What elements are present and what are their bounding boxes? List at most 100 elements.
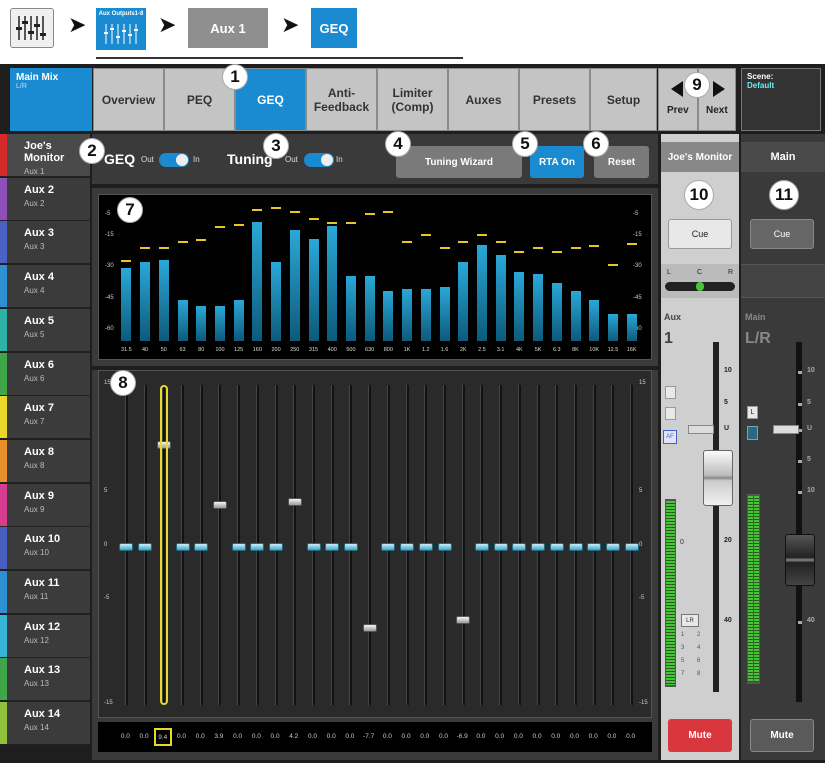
route-number[interactable]: 2 (697, 632, 700, 638)
route-number[interactable]: 8 (697, 671, 700, 677)
strip_aux-scale-tick (715, 403, 719, 406)
tuning-toggle[interactable] (304, 153, 334, 167)
geq-fader-knob[interactable] (624, 543, 639, 551)
geq-fader-knob[interactable] (119, 543, 134, 551)
main-l-button[interactable]: L (747, 406, 758, 419)
sidebar-item[interactable]: Aux 9 Aux 9 (0, 483, 90, 527)
aux-toggle-2[interactable] (665, 407, 676, 420)
sidebar-item[interactable]: Aux 10 Aux 10 (0, 527, 90, 571)
rta-bar (570, 291, 581, 341)
geq-fader-slot[interactable] (461, 385, 465, 705)
lr-route-button[interactable]: LR (681, 614, 699, 627)
geq-fader-knob[interactable] (400, 543, 415, 551)
geq-fader-knob[interactable] (325, 543, 340, 551)
sidebar-item-sub: Aux 5 (24, 329, 45, 339)
sidebar-item-color (0, 308, 7, 351)
geq-fader-knob[interactable] (269, 543, 284, 551)
pan-slider[interactable] (665, 282, 735, 291)
geq-fader-slot[interactable] (218, 385, 222, 705)
geq-fader-knob[interactable] (381, 543, 396, 551)
geq-fader-knob[interactable] (493, 543, 508, 551)
breadcrumb-aux1[interactable]: Aux 1 (188, 8, 268, 48)
geq-fader-knob[interactable] (287, 497, 302, 506)
tab-limiter[interactable]: Limiter (Comp) (377, 68, 448, 131)
sidebar-item-title: Aux 3 (24, 227, 54, 240)
geq-fader-knob[interactable] (175, 543, 190, 551)
sidebar-item[interactable]: Aux 14 Aux 14 (0, 702, 90, 746)
sidebar-item[interactable]: Aux 4 Aux 4 (0, 265, 90, 309)
route-number[interactable]: 5 (681, 658, 684, 664)
scene-display[interactable]: Scene: Default (741, 68, 821, 131)
main-mix-title: Main Mix (16, 72, 59, 83)
main-mute-button[interactable]: Mute (750, 719, 814, 752)
sidebar-item[interactable]: Aux 6 Aux 6 (0, 352, 90, 396)
strip_main-scale-label: 10 (807, 487, 815, 494)
geq-fader-knob[interactable] (306, 543, 321, 551)
aux-fader-knob[interactable] (703, 450, 733, 506)
tab-auxes[interactable]: Auxes (448, 68, 519, 131)
geq-fader-knob[interactable] (456, 615, 471, 624)
tab-overview[interactable]: Overview (93, 68, 164, 131)
breadcrumb-geq[interactable]: GEQ (311, 8, 357, 48)
mixer-icon[interactable] (10, 8, 54, 48)
aux-fader-track[interactable] (713, 342, 719, 692)
geq-fader-knob[interactable] (343, 543, 358, 551)
geq-value-readout: 0.0 0.0 9.4 0.0 0.0 3.9 0.0 0.0 0.0 4.2 0.0 0.0 0.0-… (98, 722, 652, 752)
geq-fader-knob[interactable] (437, 543, 452, 551)
aux-toggle-1[interactable] (665, 386, 676, 399)
geq-fader-knob[interactable] (512, 543, 527, 551)
rta-bar (233, 299, 244, 341)
geq-fader-knob[interactable] (549, 543, 564, 551)
geq-fader-knob[interactable] (474, 543, 489, 551)
geq-fader-knob[interactable] (138, 543, 153, 551)
geq-db-label-right: 15 (639, 380, 646, 386)
sidebar-item[interactable]: Aux 3 Aux 3 (0, 221, 90, 265)
chevron-right-icon: ➤ (281, 12, 300, 37)
aux-mute-button[interactable]: Mute (668, 719, 732, 752)
rta-peak-marker (364, 213, 375, 216)
tab-setup[interactable]: Setup (590, 68, 657, 131)
main-fader-track[interactable] (796, 342, 802, 702)
af-button[interactable]: AF (663, 430, 677, 444)
route-number[interactable]: 6 (697, 658, 700, 664)
sidebar-item[interactable]: Aux 5 Aux 5 (0, 308, 90, 352)
sidebar-item[interactable]: Aux 2 Aux 2 (0, 177, 90, 221)
rta-display: -5 -5 -15 -15 -30 -30 -45 -45 -60 -60 31.5 40 50 63 80… (92, 188, 658, 366)
geq-fader-knob[interactable] (568, 543, 583, 551)
sidebar-item[interactable]: Aux 8 Aux 8 (0, 439, 90, 483)
aux-cue-button[interactable]: Cue (668, 219, 732, 249)
geq-fader-knob[interactable] (587, 543, 602, 551)
main-fader-knob[interactable] (785, 534, 815, 586)
route-number[interactable]: 4 (697, 645, 700, 651)
geq-fader-knob[interactable] (418, 543, 433, 551)
geq-fader-knob[interactable] (605, 543, 620, 551)
geq-fader-knob[interactable] (362, 624, 377, 633)
aux-meter (665, 499, 676, 687)
geq-toggle[interactable] (159, 153, 189, 167)
tuning-wizard-button[interactable]: Tuning Wizard (396, 146, 522, 178)
main-mix-button[interactable]: Main Mix L/R (10, 68, 92, 131)
route-number[interactable]: 7 (681, 671, 684, 677)
sidebar-item[interactable]: Aux 7 Aux 7 (0, 396, 90, 440)
geq-fader-knob[interactable] (231, 543, 246, 551)
route-number[interactable]: 3 (681, 645, 684, 651)
geq-fader-knob[interactable] (212, 500, 227, 509)
rta-bar (271, 261, 282, 341)
sidebar-item[interactable]: Aux 11 Aux 11 (0, 571, 90, 614)
sidebar-item[interactable]: Aux 13 Aux 13 (0, 658, 90, 702)
main-cue-button[interactable]: Cue (750, 219, 814, 249)
sidebar-item[interactable]: Aux 12 Aux 12 (0, 614, 90, 658)
route-number[interactable]: 1 (681, 632, 684, 638)
main-r-button[interactable] (747, 426, 758, 440)
tab-anti-feedback[interactable]: Anti- Feedback (306, 68, 377, 131)
geq-fader-knob[interactable] (194, 543, 209, 551)
rta-on-button[interactable]: RTA On (530, 146, 584, 178)
sidebar-item[interactable]: Joe's Monitor Aux 1 (0, 134, 90, 177)
geq-fader-slot[interactable] (293, 385, 297, 705)
rta-freq-label: 5K (534, 347, 542, 353)
tab-presets[interactable]: Presets (519, 68, 590, 131)
breadcrumb-aux-outputs[interactable]: Aux Outputs1-8 (96, 8, 146, 50)
geq-fader-slot[interactable] (368, 385, 372, 705)
geq-fader-knob[interactable] (250, 543, 265, 551)
geq-fader-knob[interactable] (531, 543, 546, 551)
